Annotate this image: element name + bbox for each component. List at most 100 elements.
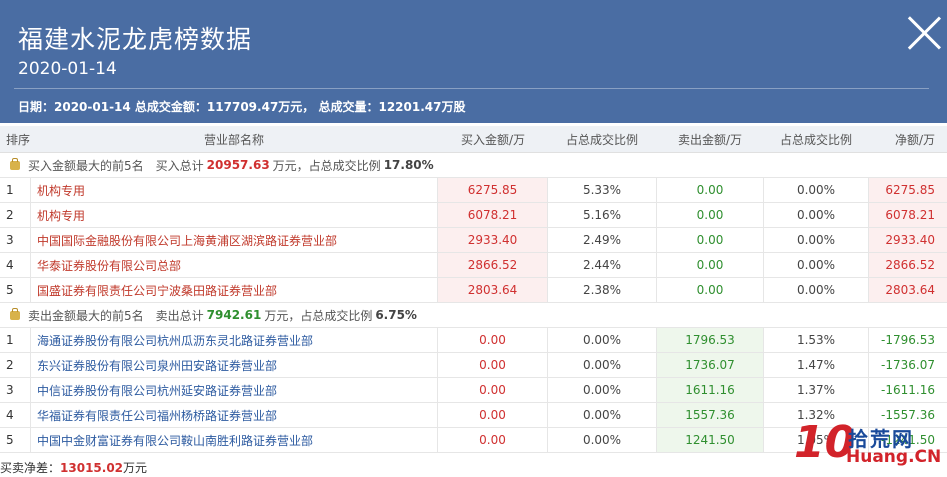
buy-amount: 0.00 [438,428,548,452]
row-rank: 1 [0,178,30,202]
buy-ratio: 5.33% [548,178,656,202]
sell-ratio: 1.47% [764,353,868,377]
net-amount: 6275.85 [868,178,947,202]
table-row: 1 机构专用 6275.85 5.33% 0.00 0.00% 6275.85 [0,178,947,203]
buy-amount: 0.00 [438,353,548,377]
sell-amount: 0.00 [656,228,764,252]
net-difference-unit: 万元 [123,461,148,475]
watermark-en: Huang.CN [846,447,942,467]
buy-amount: 6078.21 [438,203,548,227]
buy-total-label: 买入总计 [155,158,204,173]
branch-name-link[interactable]: 国盛证券有限责任公司宁波桑田路证券营业部 [30,278,438,302]
buy-amount: 2933.40 [438,228,548,252]
branch-name-link[interactable]: 机构专用 [30,178,438,202]
col-buy-ratio: 占总成交比例 [565,132,638,147]
buy-ratio: 2.44% [548,253,656,277]
table-row: 1 海通证券股份有限公司杭州瓜沥东灵北路证券营业部 0.00 0.00% 1796.53… [0,328,947,353]
sell-amount: 1736.07 [656,353,764,377]
row-rank: 5 [0,278,30,302]
net-amount: 2866.52 [868,253,947,277]
row-rank: 4 [0,403,30,427]
buy-ratio: 2.38% [548,278,656,302]
net-amount: 2803.64 [868,278,947,302]
table-row: 3 中国国际金融股份有限公司上海黄浦区湖滨路证券营业部 2933.40 2.49% 0.… [0,228,947,253]
table-row: 4 华泰证券股份有限公司总部 2866.52 2.44% 0.00 0.00% 2866.5… [0,253,947,278]
close-icon[interactable] [905,14,943,52]
bag-icon [10,307,20,320]
ranking-table: 排序 营业部名称 买入金额/万 占总成交比例 卖出金额/万 占总成交比例 净额/… [0,126,947,453]
branch-name-link[interactable]: 华福证券有限责任公司福州杨桥路证券营业部 [30,403,438,427]
bag-icon [10,157,20,170]
buy-total-value: 20957.63 [206,158,270,172]
sell-total-ratio: 6.75% [375,308,417,322]
buy-ratio: 5.16% [548,203,656,227]
buy-section-label: 买入金额最大的前5名 [28,158,144,173]
sell-ratio: 0.00% [764,178,868,202]
header-divider [14,88,929,89]
sell-total-label: 卖出总计 [155,308,204,323]
branch-name-link[interactable]: 机构专用 [30,203,438,227]
buy-ratio: 2.49% [548,228,656,252]
buy-ratio: 0.00% [548,428,656,452]
net-amount: -1736.07 [868,353,947,377]
sell-amount: 0.00 [656,278,764,302]
trade-summary: 日期：2020-01-14 总成交金额：117709.47万元， 总成交量：12… [18,100,466,114]
buy-total-ratio: 17.80% [383,158,434,172]
net-amount: 2933.40 [868,228,947,252]
row-rank: 3 [0,228,30,252]
net-difference-label: 买卖净差： [0,461,61,475]
row-rank: 1 [0,328,30,352]
row-rank: 4 [0,253,30,277]
net-amount: -1796.53 [868,328,947,352]
branch-name-link[interactable]: 东兴证券股份有限公司泉州田安路证券营业部 [30,353,438,377]
sell-amount: 1241.50 [656,428,764,452]
sell-amount: 0.00 [656,203,764,227]
buy-amount: 6275.85 [438,178,548,202]
table-header-row: 排序 营业部名称 买入金额/万 占总成交比例 卖出金额/万 占总成交比例 净额/… [0,126,947,153]
sell-ratio: 1.53% [764,328,868,352]
header-bar: 福建水泥龙虎榜数据 2020-01-14 日期：2020-01-14 总成交金额… [0,0,947,123]
sell-total-unit: 万元，占总成交比例 [264,308,373,323]
table-row: 2 东兴证券股份有限公司泉州田安路证券营业部 0.00 0.00% 1736.07 1.4… [0,353,947,378]
branch-name-link[interactable]: 中信证券股份有限公司杭州延安路证券营业部 [30,378,438,402]
net-difference-value: 13015.02 [60,461,124,475]
table-row: 3 中信证券股份有限公司杭州延安路证券营业部 0.00 0.00% 1611.16 1.3… [0,378,947,403]
buy-amount: 0.00 [438,328,548,352]
col-sell-ratio: 占总成交比例 [779,132,852,147]
buy-amount: 0.00 [438,378,548,402]
sell-amount: 0.00 [656,253,764,277]
branch-name-link[interactable]: 华泰证券股份有限公司总部 [30,253,438,277]
sell-ratio: 0.00% [764,253,868,277]
net-amount: -1611.16 [868,378,947,402]
branch-name-link[interactable]: 中国国际金融股份有限公司上海黄浦区湖滨路证券营业部 [30,228,438,252]
branch-name-link[interactable]: 中国中金财富证券有限公司鞍山南胜利路证券营业部 [30,428,438,452]
col-branch-name: 营业部名称 [203,132,264,147]
col-rank: 排序 [6,132,30,147]
watermark-logo: 10 拾荒网 Huang.CN [794,421,942,471]
row-rank: 2 [0,353,30,377]
col-net-amount: 净额/万 [894,132,935,147]
net-amount: 6078.21 [868,203,947,227]
table-row: 5 国盛证券有限责任公司宁波桑田路证券营业部 2803.64 2.38% 0.00 0.0… [0,278,947,303]
page-title: 福建水泥龙虎榜数据 [18,25,253,54]
sell-ratio: 0.00% [764,203,868,227]
sell-ratio: 0.00% [764,228,868,252]
buy-ratio: 0.00% [548,378,656,402]
row-rank: 3 [0,378,30,402]
sell-ratio: 0.00% [764,278,868,302]
buy-total-unit: 万元，占总成交比例 [272,158,381,173]
buy-amount: 2866.52 [438,253,548,277]
net-difference: 买卖净差：13015.02万元 [0,459,147,476]
sell-amount: 1611.16 [656,378,764,402]
sell-amount: 1557.36 [656,403,764,427]
branch-name-link[interactable]: 海通证券股份有限公司杭州瓜沥东灵北路证券营业部 [30,328,438,352]
buy-amount: 0.00 [438,403,548,427]
sell-section-header: 卖出金额最大的前5名 卖出总计 7942.61 万元，占总成交比例 6.75% [0,303,947,328]
page-date: 2020-01-14 [18,59,117,79]
table-row: 2 机构专用 6078.21 5.16% 0.00 0.00% 6078.21 [0,203,947,228]
buy-ratio: 0.00% [548,403,656,427]
sell-section-label: 卖出金额最大的前5名 [28,308,144,323]
buy-ratio: 0.00% [548,328,656,352]
sell-amount: 1796.53 [656,328,764,352]
buy-ratio: 0.00% [548,353,656,377]
